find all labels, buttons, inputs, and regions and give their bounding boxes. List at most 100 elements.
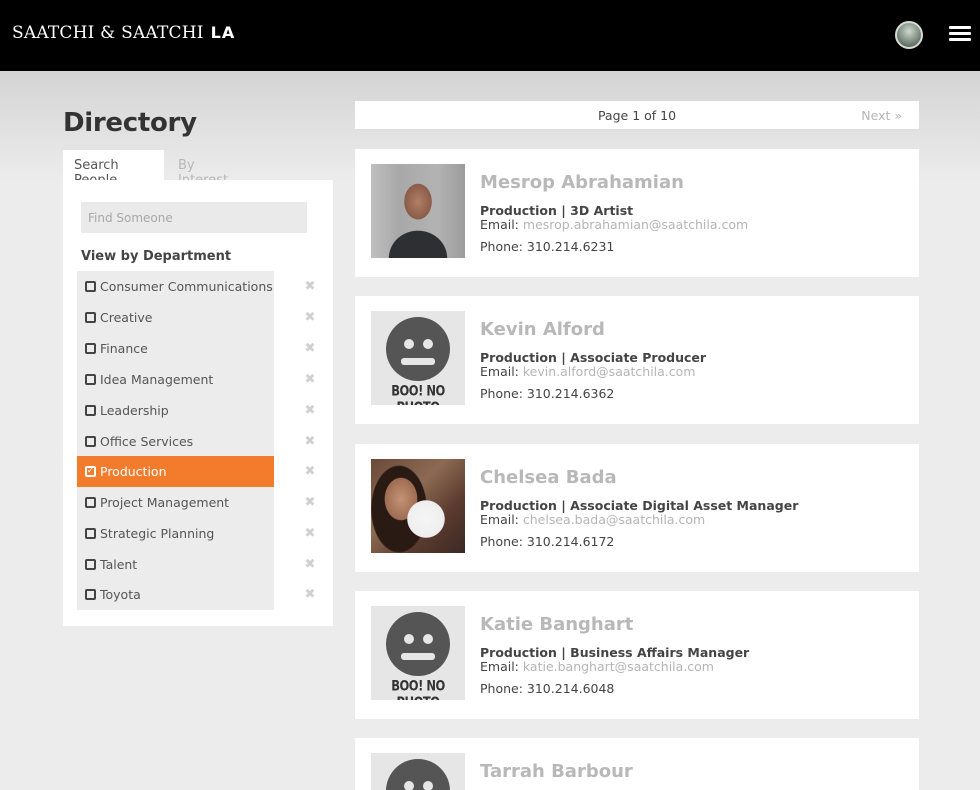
pagination-bar: Page 1 of 10 Next » [355,101,919,130]
remove-filter-icon[interactable]: ✖ [304,426,316,457]
department-label: Office Services [100,434,194,449]
person-card: Chelsea Bada Production | Associate Digi… [355,444,919,572]
department-item-finance[interactable]: Finance [77,333,274,364]
email-label: Email: [480,364,519,379]
checkbox-icon [85,281,96,292]
sad-face-icon [386,612,450,676]
department-heading: View by Department [81,249,232,264]
remove-filter-icon[interactable]: ✖ [304,549,316,580]
checkbox-icon [85,436,96,447]
checkbox-icon [85,559,96,570]
sad-face-icon [386,759,450,790]
department-label: Toyota [100,587,141,602]
email-label: Email: [480,512,519,527]
remove-filter-icon[interactable]: ✖ [304,579,316,610]
remove-filter-icon[interactable]: ✖ [304,456,316,487]
remove-filter-icon[interactable]: ✖ [304,518,316,549]
department-label: Idea Management [100,372,214,387]
brand-location: LA [210,23,236,42]
person-role: Production | Associate Producer [480,350,707,365]
person-role: Production | 3D Artist [480,203,634,218]
email-link[interactable]: chelsea.bada@saatchila.com [523,512,705,527]
tab-search-people[interactable]: Search People [63,150,164,188]
hamburger-menu-icon[interactable] [949,26,971,42]
department-item-creative[interactable]: Creative [77,302,274,333]
checkbox-icon [85,405,96,416]
person-name[interactable]: Kevin Alford [480,319,605,340]
profile-photo[interactable] [371,459,465,553]
user-avatar[interactable] [895,21,923,49]
brand-name: SAATCHI & SAATCHI [12,23,204,43]
department-label: Talent [100,557,138,572]
sad-face-icon [386,317,450,381]
person-email-line: Email: chelsea.bada@saatchila.com [480,512,705,527]
email-link[interactable]: kevin.alford@saatchila.com [523,364,696,379]
remove-filter-icon[interactable]: ✖ [304,395,316,426]
email-label: Email: [480,659,519,674]
person-name[interactable]: Mesrop Abrahamian [480,172,684,193]
checkbox-icon [85,497,96,508]
department-item-project-management[interactable]: Project Management [77,487,274,518]
department-label: Production [100,464,167,479]
search-panel: View by Department Consumer Communicatio… [63,180,333,626]
no-photo-text: BOO! NO PHOTO [391,382,445,405]
person-name[interactable]: Chelsea Bada [480,467,617,488]
person-name[interactable]: Katie Banghart [480,614,633,635]
email-link[interactable]: mesrop.abrahamian@saatchila.com [523,217,748,232]
department-label: Leadership [100,403,169,418]
checkbox-icon [85,343,96,354]
profile-photo[interactable] [371,164,465,258]
person-card: Tarrah Barbour [355,738,919,790]
page-title: Directory [63,108,197,138]
person-phone: Phone: 310.214.6172 [480,534,615,549]
checkbox-icon [85,589,96,600]
page-indicator: Page 1 of 10 [597,108,677,123]
department-item-strategic-planning[interactable]: Strategic Planning [77,518,274,549]
no-photo-text: BOO! NO PHOTO [391,677,445,700]
email-link[interactable]: katie.banghart@saatchila.com [523,659,714,674]
person-phone: Phone: 310.214.6362 [480,386,615,401]
tab-by-interest[interactable]: By Interest [167,150,257,188]
checkbox-icon [85,374,96,385]
remove-filter-icon[interactable]: ✖ [304,487,316,518]
person-phone: Phone: 310.214.6048 [480,681,615,696]
department-list: Consumer Communications Creative Finance… [77,271,274,610]
department-item-production[interactable]: ✓ Production [77,456,274,487]
person-card: BOO! NO PHOTO Katie Banghart Production … [355,591,919,719]
remove-filter-icon[interactable]: ✖ [304,271,316,302]
top-navigation-bar: SAATCHI & SAATCHI LA [0,0,980,71]
checkbox-icon [85,312,96,323]
department-label: Creative [100,310,153,325]
person-role: Production | Associate Digital Asset Man… [480,498,799,513]
no-photo-placeholder[interactable] [371,753,465,790]
remove-filter-icon[interactable]: ✖ [304,364,316,395]
department-label: Consumer Communications [100,279,273,294]
department-item-talent[interactable]: Talent [77,549,274,580]
remove-filter-icon[interactable]: ✖ [304,302,316,333]
person-email-line: Email: katie.banghart@saatchila.com [480,659,714,674]
next-page-link[interactable]: Next » [861,108,902,123]
person-role: Production | Business Affairs Manager [480,645,750,660]
no-photo-placeholder[interactable]: BOO! NO PHOTO [371,311,465,405]
department-item-consumer-communications[interactable]: Consumer Communications [77,271,274,302]
department-item-leadership[interactable]: Leadership [77,395,274,426]
department-item-toyota[interactable]: Toyota [77,579,274,610]
person-phone: Phone: 310.214.6231 [480,239,615,254]
no-photo-placeholder[interactable]: BOO! NO PHOTO [371,606,465,700]
checkbox-icon [85,528,96,539]
remove-filter-icon[interactable]: ✖ [304,333,316,364]
department-label: Project Management [100,495,230,510]
find-someone-input[interactable] [81,202,307,233]
email-label: Email: [480,217,519,232]
person-email-line: Email: kevin.alford@saatchila.com [480,364,695,379]
checked-checkbox-icon: ✓ [85,466,96,477]
person-email-line: Email: mesrop.abrahamian@saatchila.com [480,217,748,232]
person-card: Mesrop Abrahamian Production | 3D Artist… [355,149,919,277]
department-label: Finance [100,341,148,356]
department-item-idea-management[interactable]: Idea Management [77,364,274,395]
brand-logo[interactable]: SAATCHI & SAATCHI LA [12,23,235,43]
department-label: Strategic Planning [100,526,215,541]
person-name[interactable]: Tarrah Barbour [480,761,633,782]
person-card: BOO! NO PHOTO Kevin Alford Production | … [355,296,919,424]
department-item-office-services[interactable]: Office Services [77,426,274,457]
